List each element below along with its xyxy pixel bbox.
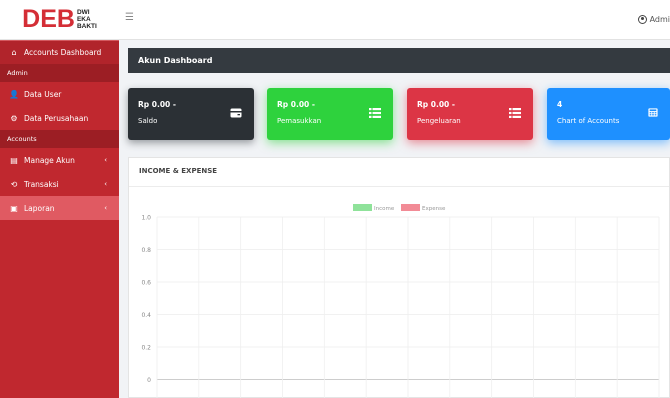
sidebar-nav: ⌂ Accounts Dashboard Admin 👤 Data User ⚙ Data … [0, 40, 119, 220]
sidebar-item-data-perusahaan[interactable]: ⚙ Data Perusahaan [0, 106, 119, 130]
y-tick-label: 0.6 [141, 280, 151, 287]
y-tick-label: 0 [147, 377, 151, 384]
sidebar-item-data-user[interactable]: 👤 Data User [0, 82, 119, 106]
income-expense-panel: INCOME & EXPENSE 1.0 0.8 0.6 0.4 0.2 0 Income E… [128, 157, 670, 398]
page-title: Akun Dashboard [128, 48, 670, 73]
users-icon: 👤 [9, 89, 19, 99]
chevron-left-icon: ‹ [104, 204, 107, 212]
sidebar-item-laporan[interactable]: ▣ Laporan ‹ [0, 196, 119, 220]
user-name: Admi [649, 15, 670, 24]
hamburger-icon[interactable]: ☰ [125, 12, 134, 23]
wallet-icon [230, 108, 242, 118]
card-pengeluaran[interactable]: Rp 0.00 - Pengeluaran [407, 88, 533, 140]
sidebar-item-label: Manage Akun [24, 155, 75, 165]
card-chart-of-accounts[interactable]: 4 Chart of Accounts [547, 88, 670, 140]
table-icon: ▤ [10, 155, 18, 165]
sidebar-item-label: Transaksi [24, 179, 59, 189]
brand-logo[interactable]: DEB DWI EKA BAKTI [0, 0, 119, 40]
cogs-icon: ⚙ [10, 113, 18, 123]
sidebar-header: Admin [0, 64, 119, 82]
sidebar-item-label: Laporan [24, 203, 55, 213]
transaction-icon: ⟲ [10, 179, 18, 189]
sidebar-item-label: Data User [24, 89, 62, 99]
legend-swatch-expense [401, 204, 420, 211]
y-tick-label: 0.4 [141, 312, 151, 319]
logo-mark: DEB [22, 5, 75, 33]
sidebar-item-label: Accounts Dashboard [24, 48, 102, 57]
chevron-left-icon: ‹ [104, 156, 107, 164]
card-label: Pengeluaran [417, 117, 461, 125]
y-tick-label: 0.2 [141, 345, 151, 352]
calculator-icon [648, 108, 658, 117]
card-value: Rp 0.00 - [277, 100, 315, 109]
sidebar: DEB DWI EKA BAKTI ⌂ Accounts Dashboard Adm… [0, 0, 119, 398]
home-icon: ⌂ [11, 48, 17, 57]
report-icon: ▣ [10, 203, 18, 213]
top-navbar: ☰ Admi [119, 0, 670, 40]
y-tick-label: 1.0 [141, 215, 151, 222]
card-value: 4 [557, 100, 563, 109]
sidebar-item-accounts-dashboard[interactable]: ⌂ Accounts Dashboard [0, 40, 119, 64]
card-label: Saldo [138, 117, 158, 125]
y-tick-label: 0.8 [141, 247, 151, 254]
user-menu[interactable]: Admi [637, 15, 670, 24]
card-value: Rp 0.00 - [417, 100, 455, 109]
card-label: Pemasukkan [277, 117, 322, 125]
legend-label: Income [374, 206, 395, 212]
card-label: Chart of Accounts [557, 117, 620, 125]
legend-label: Expense [422, 206, 446, 212]
income-expense-chart: 1.0 0.8 0.6 0.4 0.2 0 Income Expense [141, 204, 660, 398]
sidebar-item-transaksi[interactable]: ⟲ Transaksi ‹ [0, 172, 119, 196]
sidebar-header: Accounts [0, 130, 119, 148]
list-icon [509, 108, 521, 118]
card-pemasukkan[interactable]: Rp 0.00 - Pemasukkan [267, 88, 393, 140]
logo-subtext: DWI EKA BAKTI [76, 9, 97, 30]
card-value: Rp 0.00 - [138, 100, 176, 109]
sidebar-item-label: Data Perusahaan [24, 113, 89, 123]
legend-swatch-income [353, 204, 372, 211]
list-icon [369, 108, 381, 118]
card-saldo[interactable]: Rp 0.00 - Saldo [128, 88, 254, 140]
chevron-left-icon: ‹ [104, 180, 107, 188]
sidebar-item-manage-akun[interactable]: ▤ Manage Akun ‹ [0, 148, 119, 172]
user-avatar-icon [637, 15, 647, 24]
